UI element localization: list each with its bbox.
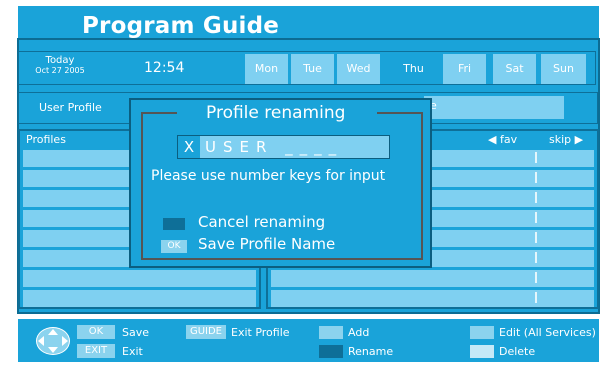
clock: 12:54 [144,60,185,76]
program-guide-screen: Program Guide Today Oct 27 2005 12:54 Mo… [0,0,608,367]
green-key-icon [470,326,494,339]
today-word: Today [45,55,75,66]
red-key-icon [470,345,494,358]
cancel-renaming-button[interactable]: Cancel renaming [198,213,325,231]
save-profile-name-button[interactable]: Save Profile Name [198,235,335,253]
divider [535,152,537,163]
name-cursor-char: X [178,136,200,158]
blue-key-icon [319,345,343,358]
rename-label[interactable]: Rename [348,345,393,358]
footer-legend: OK Save EXIT Exit GUIDE Exit Profile Add… [18,319,599,362]
page-title: Program Guide [82,13,280,39]
user-profile-label: User Profile [39,101,102,114]
dialog-title: Profile renaming [206,103,346,123]
divider [535,212,537,223]
save-label[interactable]: Save [122,326,149,339]
exit-label[interactable]: Exit [122,345,143,358]
list-item[interactable] [271,270,594,287]
divider [535,192,537,203]
skip-label[interactable]: skip ▶ [549,133,583,146]
day-wed[interactable]: Wed [337,54,380,84]
name-rest: USER ____ [205,138,344,156]
rename-dialog: Profile renaming X USER ____ Please use … [129,98,432,268]
nav-arrows [38,329,68,353]
divider [535,272,537,283]
fav-label[interactable]: ◀ fav [488,133,517,146]
list-item[interactable] [23,290,256,307]
divider [535,252,537,263]
edit-all-services-label[interactable]: Edit (All Services) [499,326,596,339]
day-tue[interactable]: Tue [291,54,334,84]
day-mon[interactable]: Mon [245,54,288,84]
day-sat[interactable]: Sat [493,54,536,84]
blue-key-icon [163,218,185,230]
navigation-pad-icon [36,327,70,355]
profile-name-input[interactable]: X USER ____ [177,135,390,159]
list-item[interactable] [271,290,594,307]
user-profile-value[interactable]: e [424,96,564,119]
today-label: Today Oct 27 2005 [30,56,90,76]
ok-key-icon: OK [77,325,115,339]
divider [535,172,537,183]
day-fri[interactable]: Fri [443,54,486,84]
yellow-key-icon [319,326,343,339]
exit-key-icon: EXIT [77,344,115,358]
dialog-frame-top [141,112,177,114]
title-bar: Program Guide [18,6,599,39]
add-label[interactable]: Add [348,326,369,339]
delete-label[interactable]: Delete [499,345,535,358]
divider [535,232,537,243]
guide-key-icon: GUIDE [186,325,226,339]
day-sun[interactable]: Sun [541,54,586,84]
ok-key-icon: OK [161,240,187,253]
day-thu[interactable]: Thu [392,54,435,84]
divider [535,292,537,303]
date-bar: Today Oct 27 2005 12:54 Mon Tue Wed Thu … [18,51,596,85]
profiles-header: Profiles [26,133,66,146]
dialog-frame-top [377,112,423,114]
exit-profile-label[interactable]: Exit Profile [231,326,290,339]
input-hint: Please use number keys for input [151,168,386,184]
list-item[interactable] [23,270,256,287]
today-date: Oct 27 2005 [35,66,85,75]
